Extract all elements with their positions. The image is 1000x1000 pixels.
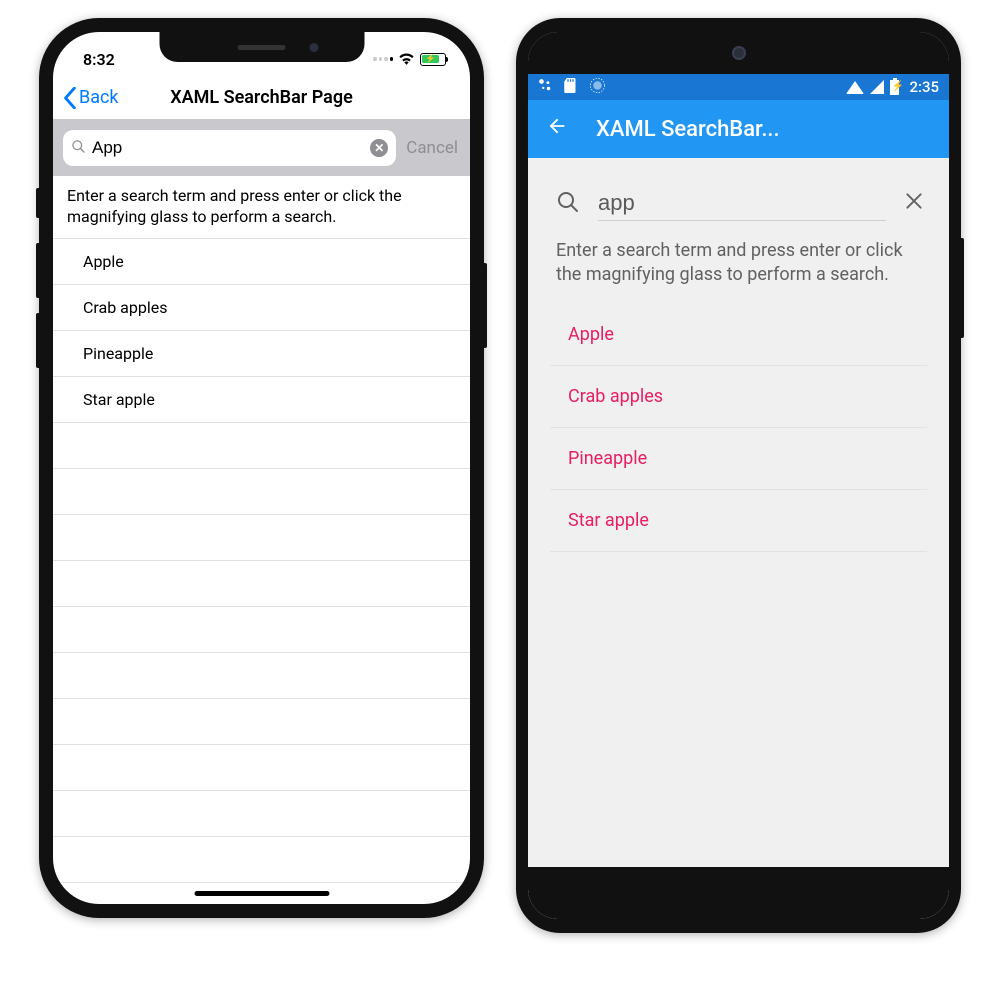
home-indicator [194,891,329,896]
cancel-button[interactable]: Cancel [406,138,460,158]
back-label: Back [79,87,119,108]
iphone-notch [159,32,364,62]
back-button[interactable]: Back [63,87,119,109]
wifi-icon [846,81,864,94]
android-app-bar: XAML SearchBar... [528,100,949,158]
search-field[interactable]: ✕ [63,130,396,166]
search-input[interactable] [598,186,886,221]
ios-nav-bar: Back XAML SearchBar Page [53,76,470,120]
page-title: XAML SearchBar... [596,117,780,142]
android-device-frame: ⚡ 2:35 XAML SearchBar... [516,18,961,933]
results-list: Apple Crab apples Pineapple Star apple .… [53,239,470,883]
list-item[interactable]: Pineapple [53,331,470,377]
list-item[interactable]: Crab apples [550,366,927,428]
list-item-empty: . [53,561,470,607]
sync-icon [589,77,606,98]
list-item-empty: . [53,653,470,699]
list-item[interactable]: Star apple [53,377,470,423]
clear-search-button[interactable] [904,191,924,217]
list-item-empty: . [53,837,470,883]
list-item-empty: . [53,745,470,791]
cellular-icon [373,57,393,61]
back-button[interactable] [546,115,568,143]
chevron-left-icon [63,87,77,109]
search-icon [71,139,86,158]
search-hint-text: Enter a search term and press enter or c… [550,229,927,304]
list-item-empty: . [53,423,470,469]
cellular-icon [870,80,884,94]
battery-icon: ⚡ [890,80,899,95]
list-item[interactable]: Apple [53,239,470,285]
list-item-empty: . [53,791,470,837]
android-system-nav [528,867,949,919]
list-item-empty: . [53,699,470,745]
list-item[interactable]: Star apple [550,490,927,552]
battery-icon: ⚡ [420,53,446,66]
list-item[interactable]: Crab apples [53,285,470,331]
search-hint-text: Enter a search term and press enter or c… [53,176,470,239]
page-title: XAML SearchBar Page [170,87,353,108]
list-item[interactable]: Pineapple [550,428,927,490]
list-item-empty: . [53,469,470,515]
iphone-screen: 8:32 ⚡ Back XAML SearchBar Page [53,32,470,904]
list-item-empty: . [53,515,470,561]
list-item[interactable]: Apple [550,304,927,366]
sd-card-icon [564,78,577,97]
search-input[interactable] [92,138,364,158]
status-time: 2:35 [909,78,939,96]
search-bar-container: ✕ Cancel [53,120,470,176]
results-list: Apple Crab apples Pineapple Star apple [550,304,927,552]
search-bar-container [550,180,927,229]
status-time: 8:32 [83,50,115,69]
wifi-icon [398,50,415,69]
list-item-empty: . [53,607,470,653]
iphone-device-frame: 8:32 ⚡ Back XAML SearchBar Page [39,18,484,918]
android-screen: ⚡ 2:35 XAML SearchBar... [528,32,949,919]
android-status-bar: ⚡ 2:35 [528,74,949,100]
front-camera [732,46,746,60]
assistant-icon [538,78,552,96]
clear-search-button[interactable]: ✕ [370,139,388,157]
arrow-left-icon [546,115,568,137]
search-icon[interactable] [556,190,580,218]
